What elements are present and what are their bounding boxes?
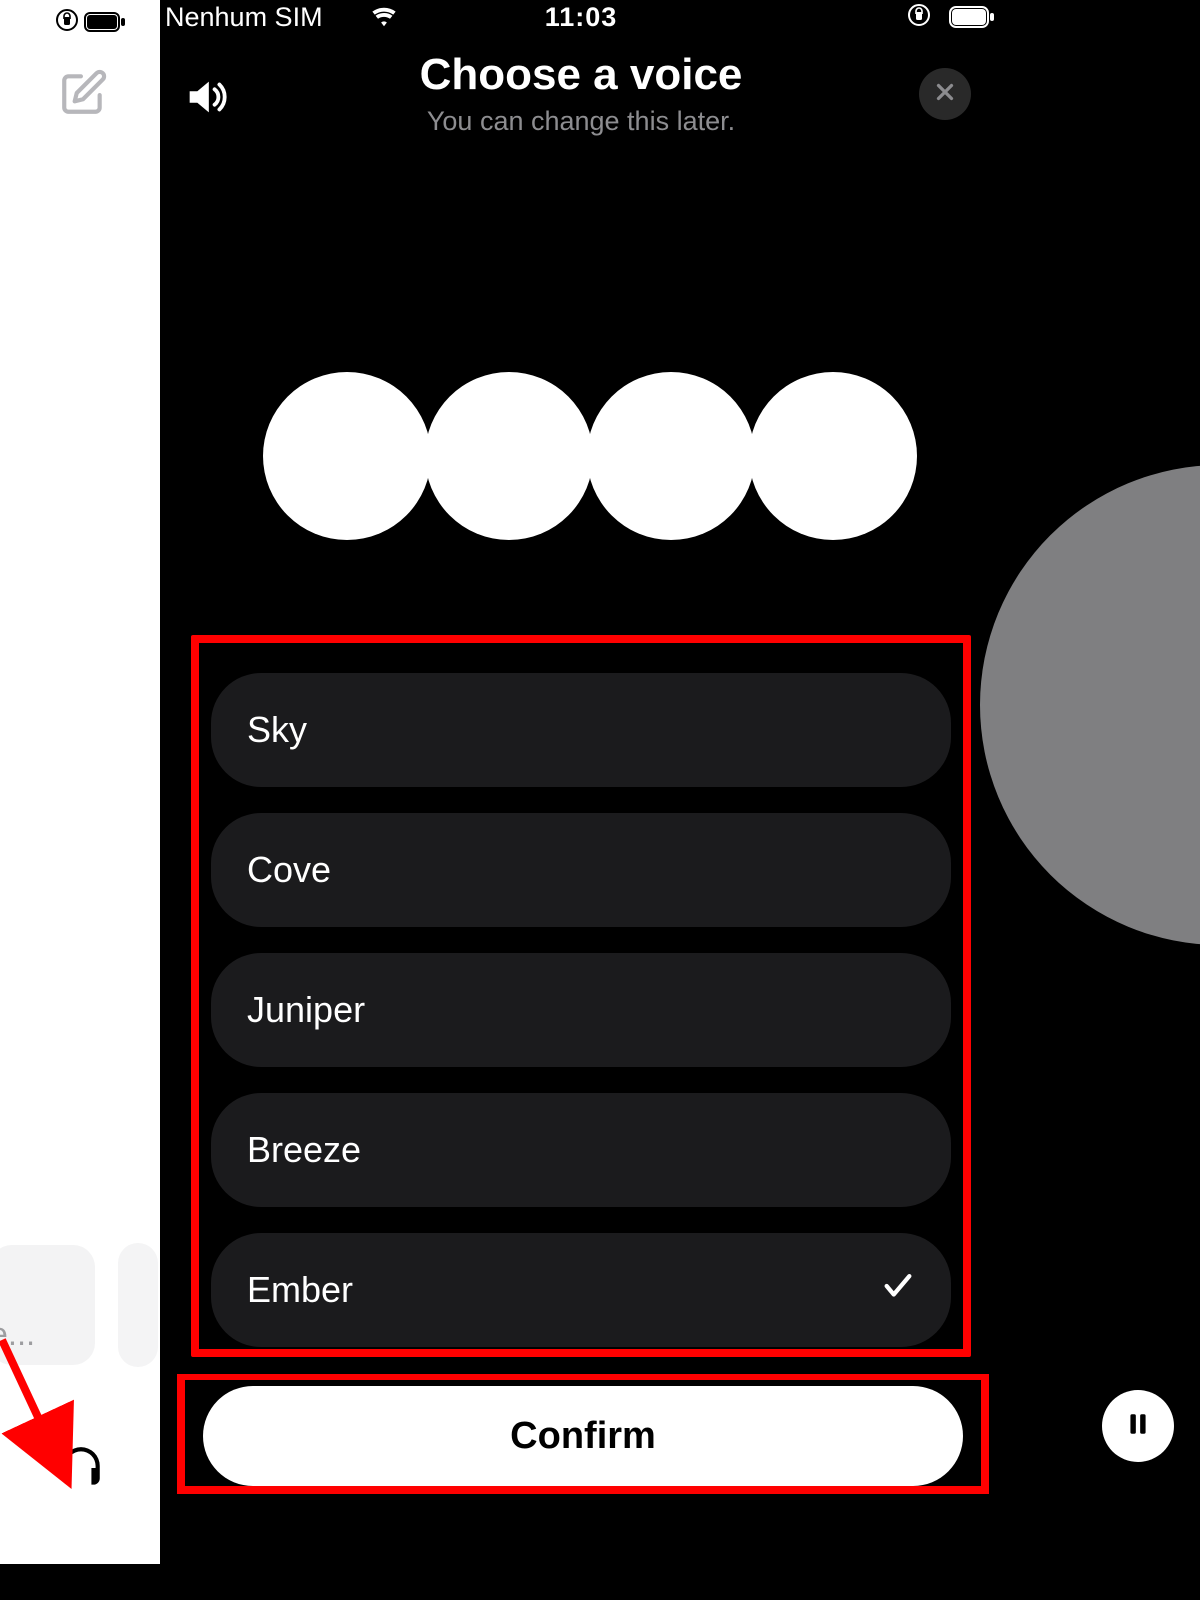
status-time: 11:03 bbox=[545, 2, 618, 33]
voice-option[interactable]: Cove bbox=[211, 813, 951, 927]
wifi-icon bbox=[369, 4, 399, 33]
visualizer-dot bbox=[263, 372, 431, 540]
voice-label: Cove bbox=[247, 849, 331, 891]
bottom-black-bar bbox=[0, 1564, 1200, 1600]
visualizer-dot bbox=[749, 372, 917, 540]
background-left-panel: e... bbox=[0, 0, 160, 1564]
check-icon bbox=[881, 1269, 915, 1312]
modal-subtitle: You can change this later. bbox=[161, 106, 1001, 137]
voice-option[interactable]: Ember bbox=[211, 1233, 951, 1347]
voice-visualizer bbox=[263, 372, 917, 540]
voice-picker-modal: Nenhum SIM 11:03 Choose a voice You can … bbox=[161, 0, 1001, 1564]
sim-status: Nenhum SIM bbox=[165, 2, 323, 33]
suggestion-chip[interactable] bbox=[118, 1243, 158, 1367]
visualizer-dot bbox=[587, 372, 755, 540]
message-placeholder: e... bbox=[0, 1316, 35, 1353]
background-right-panel bbox=[1002, 0, 1200, 1564]
confirm-button[interactable]: Confirm bbox=[203, 1386, 963, 1486]
pause-icon bbox=[1125, 1409, 1151, 1444]
annotation-box-confirm: Confirm bbox=[177, 1374, 989, 1494]
voice-option[interactable]: Breeze bbox=[211, 1093, 951, 1207]
lock-icon bbox=[55, 8, 79, 37]
battery-icon bbox=[84, 12, 126, 37]
visualizer-dot bbox=[425, 372, 593, 540]
lock-icon bbox=[907, 3, 931, 32]
modal-header: Choose a voice You can change this later… bbox=[161, 50, 1001, 137]
modal-title: Choose a voice bbox=[161, 50, 1001, 100]
voice-option[interactable]: Juniper bbox=[211, 953, 951, 1067]
voice-orb bbox=[980, 465, 1200, 945]
voice-label: Sky bbox=[247, 709, 307, 751]
annotation-box-voices: Sky Cove Juniper Breeze Ember bbox=[191, 635, 971, 1357]
pause-button[interactable] bbox=[1102, 1390, 1174, 1462]
battery-icon bbox=[949, 6, 995, 33]
voice-label: Ember bbox=[247, 1269, 353, 1311]
compose-icon[interactable] bbox=[58, 68, 108, 123]
status-bar: Nenhum SIM 11:03 bbox=[161, 0, 1001, 34]
voice-option[interactable]: Sky bbox=[211, 673, 951, 787]
voice-label: Breeze bbox=[247, 1129, 361, 1171]
headphones-icon[interactable] bbox=[56, 1443, 106, 1498]
close-button[interactable] bbox=[919, 68, 971, 120]
confirm-label: Confirm bbox=[510, 1415, 656, 1458]
close-icon bbox=[932, 79, 958, 110]
voice-label: Juniper bbox=[247, 989, 365, 1031]
